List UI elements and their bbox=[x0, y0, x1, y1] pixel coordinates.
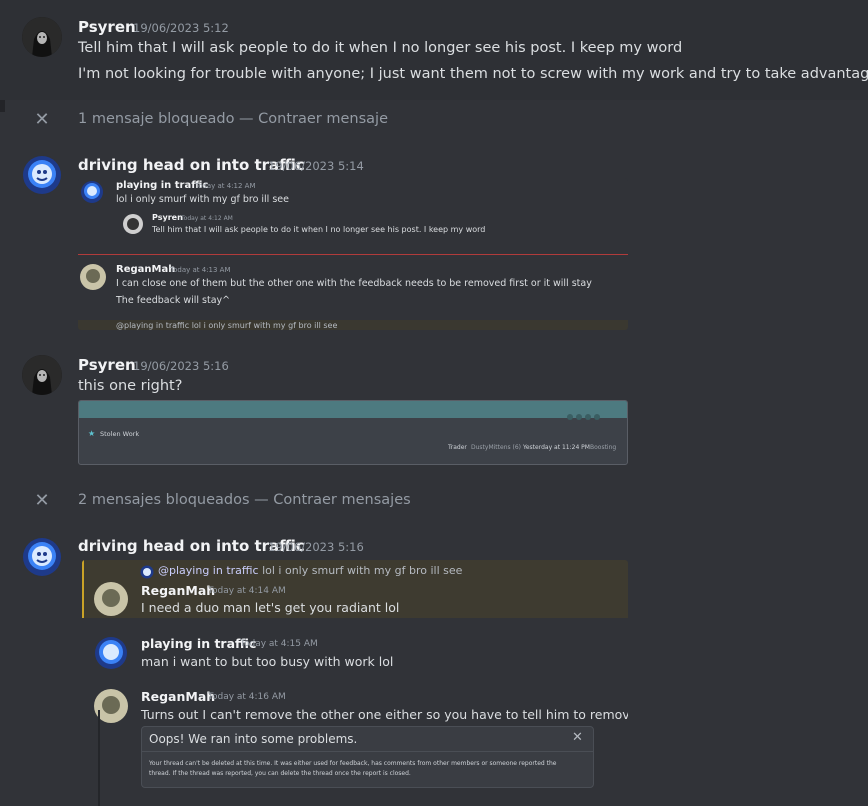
embed-username: ReganMah bbox=[141, 583, 216, 598]
error-dialog: Oops! We ran into some problems. ✕ Your … bbox=[141, 726, 594, 788]
message-timestamp: 19/06/2023 5:12 bbox=[133, 21, 229, 35]
thread-line bbox=[98, 710, 100, 806]
avatar-ghost-icon bbox=[81, 181, 103, 203]
embed-reply-text: lol i only smurf with my gf bro ill see bbox=[258, 564, 463, 577]
embed-header-band bbox=[79, 401, 627, 418]
embed-quote-timestamp: Today at 4:12 AM bbox=[181, 215, 233, 222]
blocked-count-text: 1 mensaje bloqueado — bbox=[78, 111, 259, 127]
embed-reply-mention: @playing in traffic bbox=[158, 564, 259, 577]
embed-reply-preview: @playing in traffic lol i only smurf wit… bbox=[158, 564, 462, 577]
screenshot-embed[interactable]: @playing in traffic lol i only smurf wit… bbox=[82, 560, 628, 806]
embed-text: Turns out I can't remove the other one e… bbox=[141, 707, 628, 722]
blocked-count-text: 2 mensajes bloqueados — bbox=[78, 492, 274, 508]
error-dialog-message: Your thread can't be deleted at this tim… bbox=[149, 760, 557, 767]
avatar-psyren-icon bbox=[22, 17, 62, 57]
avatar[interactable] bbox=[22, 155, 62, 195]
avatar-reganmah-icon bbox=[94, 582, 128, 616]
collapse-messages-link[interactable]: Contraer mensajes bbox=[273, 492, 410, 508]
embed-mention-bar bbox=[82, 560, 84, 618]
collapse-messages-link[interactable]: Contraer mensaje bbox=[258, 111, 388, 127]
embed-header-dots bbox=[567, 405, 617, 420]
embed-timestamp: Today at 4:13 AM bbox=[170, 266, 231, 274]
close-icon[interactable]: ✕ bbox=[572, 730, 583, 745]
embed-quote-text: Tell him that I will ask people to do it… bbox=[152, 225, 486, 234]
embed-timestamp: Today at 4:15 AM bbox=[240, 639, 318, 649]
thread-title: Stolen Work bbox=[100, 430, 140, 438]
embed-timestamp: Today at 4:16 AM bbox=[208, 692, 286, 702]
embed-text: I need a duo man let's get you radiant l… bbox=[141, 600, 400, 615]
message-text: this one right? bbox=[78, 378, 183, 394]
avatar-reganmah-icon bbox=[80, 264, 106, 290]
close-icon[interactable]: ✕ bbox=[34, 492, 50, 510]
thread-meta-date: Yesterday at 11:24 PM bbox=[523, 444, 590, 451]
embed-reply-preview: @playing in traffic lol i only smurf wit… bbox=[116, 321, 338, 330]
embed-timestamp: Today at 4:12 AM bbox=[195, 182, 256, 190]
avatar-ghost-icon bbox=[23, 538, 61, 576]
star-icon: ★ bbox=[88, 429, 96, 438]
blocked-messages-notice: 2 mensajes bloqueados — Contraer mensaje… bbox=[78, 492, 411, 508]
embed-text: The feedback will stay^ bbox=[116, 295, 231, 306]
blocked-messages-notice: 1 mensaje bloqueado — Contraer mensaje bbox=[78, 111, 388, 127]
embed-text: man i want to but too busy with work lol bbox=[141, 654, 394, 669]
embed-text: lol i only smurf with my gf bro ill see bbox=[116, 194, 289, 205]
avatar-ghost-icon bbox=[140, 565, 154, 579]
message-username[interactable]: Psyren bbox=[78, 356, 136, 374]
screenshot-embed[interactable]: playing in traffic Today at 4:12 AM lol … bbox=[78, 178, 628, 330]
embed-username: ReganMah bbox=[141, 689, 216, 704]
thread-meta-forum: Trader bbox=[448, 444, 467, 451]
avatar[interactable] bbox=[22, 355, 62, 395]
avatar-psyren-icon bbox=[123, 214, 143, 234]
thread-meta-author: DustyMittens (6) bbox=[471, 444, 522, 451]
message-timestamp: 19/06/2023 5:16 bbox=[268, 540, 364, 554]
error-dialog-title: Oops! We ran into some problems. bbox=[149, 732, 358, 746]
close-icon[interactable]: ✕ bbox=[34, 111, 50, 129]
avatar[interactable] bbox=[22, 537, 62, 577]
message-text: I'm not looking for trouble with anyone;… bbox=[78, 66, 868, 82]
avatar-ghost-icon bbox=[95, 637, 127, 669]
embed-quote-username: Psyren bbox=[152, 213, 183, 222]
thread-meta-category: Boosting bbox=[590, 444, 617, 451]
error-dialog-message: thread. If the thread was reported, you … bbox=[149, 770, 411, 777]
embed-timestamp: Today at 4:14 AM bbox=[208, 586, 286, 596]
message-username[interactable]: Psyren bbox=[78, 18, 136, 36]
avatar-psyren-icon bbox=[22, 355, 62, 395]
avatar[interactable] bbox=[22, 17, 62, 57]
embed-username: ReganMah bbox=[116, 264, 176, 275]
new-messages-divider bbox=[78, 254, 628, 255]
message-timestamp: 19/06/2023 5:16 bbox=[133, 359, 229, 373]
screenshot-embed[interactable]: ★ Stolen Work Trader DustyMittens (6) Ye… bbox=[78, 400, 628, 465]
embed-text: I can close one of them but the other on… bbox=[116, 278, 592, 289]
avatar-ghost-icon bbox=[23, 156, 61, 194]
message-timestamp: 19/06/2023 5:14 bbox=[268, 159, 364, 173]
message-text: Tell him that I will ask people to do it… bbox=[78, 40, 683, 56]
error-dialog-divider bbox=[142, 751, 593, 752]
